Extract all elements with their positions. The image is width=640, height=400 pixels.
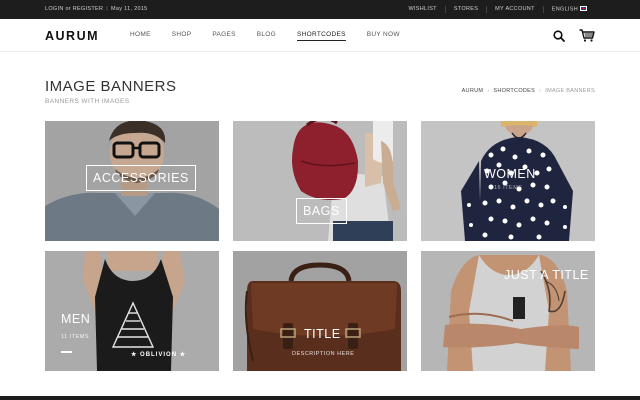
uk-flag-icon xyxy=(580,6,587,11)
breadcrumb: AURUM › SHORTCODES › IMAGE BANNERS xyxy=(462,88,595,94)
top-bar-separator: | xyxy=(106,6,109,12)
banner-subtitle: DESCRIPTION HERE xyxy=(292,351,355,357)
breadcrumb-separator: › xyxy=(539,88,542,94)
stores-link[interactable]: STORES xyxy=(444,6,486,13)
oblivion-print: ★ OBLIVION ★ xyxy=(131,352,187,358)
banner-title-description[interactable]: TITLE DESCRIPTION HERE xyxy=(233,251,407,371)
top-bar-links: WISHLIST STORES MY ACCOUNT ENGLISH xyxy=(400,6,595,13)
breadcrumb-separator: › xyxy=(487,88,490,94)
banner-title: JUST A TITLE xyxy=(504,268,589,282)
banner-title: BAGS xyxy=(296,198,347,224)
banner-men[interactable]: MEN 11 ITEMS ★ OBLIVION ★ xyxy=(45,251,219,371)
banner-title: WOMEN xyxy=(484,167,536,181)
nav-item-home[interactable]: HOME xyxy=(130,31,151,41)
site-header: AURUM HOME SHOP PAGES BLOG SHORTCODES BU… xyxy=(0,19,640,52)
nav-item-shortcodes[interactable]: SHORTCODES xyxy=(297,31,346,41)
banner-title: ACCESSORIES xyxy=(86,165,196,191)
search-icon[interactable] xyxy=(553,30,565,42)
top-bar: LOGIN or REGISTER | May 11, 2015 WISHLIS… xyxy=(0,0,640,19)
top-bar-left: LOGIN or REGISTER | May 11, 2015 xyxy=(45,6,148,12)
wishlist-link[interactable]: WISHLIST xyxy=(400,6,444,13)
breadcrumb-item-shortcodes[interactable]: SHORTCODES xyxy=(493,88,535,94)
breadcrumb-item-home[interactable]: AURUM xyxy=(462,88,484,94)
page-subtitle: BANNERS WITH IMAGES xyxy=(45,98,130,105)
cart-icon[interactable] xyxy=(579,29,595,42)
banner-title: TITLE xyxy=(304,327,341,341)
banner-women[interactable]: WOMEN 16 ITEMS xyxy=(421,121,595,241)
banner-title: MEN xyxy=(61,312,91,326)
footer-strip xyxy=(0,396,640,400)
banner-image-woman-polka-dots xyxy=(461,121,573,241)
main-nav: HOME SHOP PAGES BLOG SHORTCODES BUY NOW xyxy=(130,31,421,41)
login-register-link[interactable]: LOGIN or REGISTER xyxy=(45,6,103,12)
my-account-link[interactable]: MY ACCOUNT xyxy=(486,6,543,13)
banner-bags[interactable]: BAGS xyxy=(233,121,407,241)
current-date: May 11, 2015 xyxy=(111,6,148,12)
banner-just-a-title[interactable]: JUST A TITLE xyxy=(421,251,595,371)
nav-item-pages[interactable]: PAGES xyxy=(212,31,235,41)
language-selector[interactable]: ENGLISH xyxy=(542,6,595,13)
banner-subtitle: 16 ITEMS xyxy=(494,185,523,191)
banner-subtitle: 11 ITEMS xyxy=(61,334,90,340)
nav-item-buy-now[interactable]: BUY NOW xyxy=(367,31,400,41)
site-logo[interactable]: AURUM xyxy=(45,29,99,43)
nav-item-blog[interactable]: BLOG xyxy=(257,31,276,41)
page-title: IMAGE BANNERS xyxy=(45,78,177,95)
language-label: ENGLISH xyxy=(551,6,578,13)
nav-item-shop[interactable]: SHOP xyxy=(172,31,192,41)
banner-divider xyxy=(61,351,72,353)
breadcrumb-item-current: IMAGE BANNERS xyxy=(545,88,595,94)
banner-accessories[interactable]: ACCESSORIES xyxy=(45,121,219,241)
